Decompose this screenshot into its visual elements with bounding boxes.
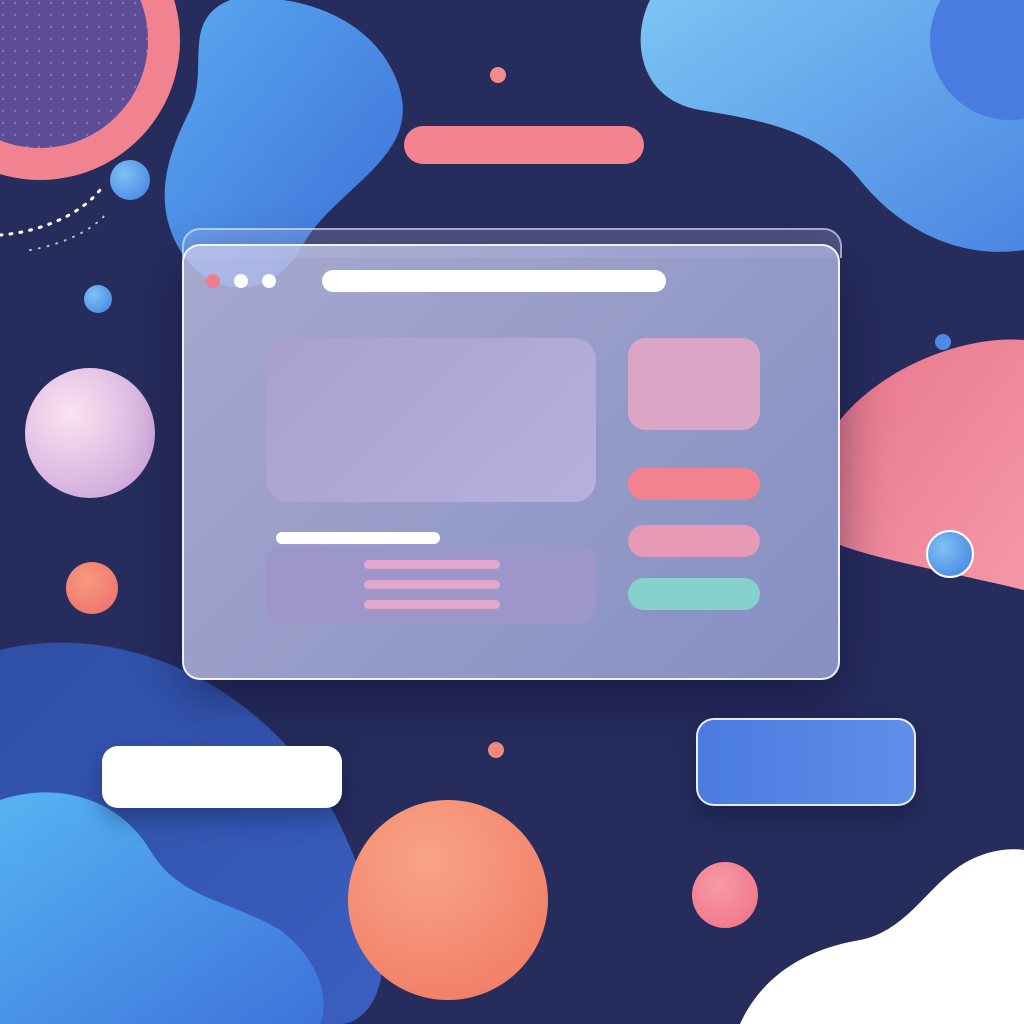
close-dot-icon[interactable] — [206, 274, 220, 288]
list-line — [364, 560, 500, 569]
large-coral-orb-icon — [348, 800, 548, 1000]
coral-dot-icon — [66, 562, 118, 614]
floating-white-card[interactable] — [102, 746, 342, 808]
small-blue-dot-icon — [935, 334, 951, 350]
teal-button[interactable] — [628, 578, 760, 610]
side-card — [628, 338, 760, 430]
blue-orb-icon — [110, 160, 150, 200]
browser-window — [182, 244, 840, 680]
maximize-dot-icon[interactable] — [262, 274, 276, 288]
section-label-line — [276, 532, 440, 544]
small-pink-dot-icon — [490, 67, 506, 83]
lavender-orb-icon — [25, 368, 155, 498]
small-blue-dot-icon — [84, 285, 112, 313]
header-pill — [404, 126, 644, 164]
small-coral-dot-icon — [488, 742, 504, 758]
minimize-dot-icon[interactable] — [234, 274, 248, 288]
blue-orb-icon — [926, 530, 974, 578]
list-line — [364, 580, 500, 589]
pink-orb-icon — [692, 862, 758, 928]
address-bar[interactable] — [322, 270, 666, 292]
hero-card — [266, 338, 596, 502]
light-pink-button[interactable] — [628, 525, 760, 557]
pink-button[interactable] — [628, 468, 760, 500]
floating-blue-card[interactable] — [696, 718, 916, 806]
list-line — [364, 600, 500, 609]
